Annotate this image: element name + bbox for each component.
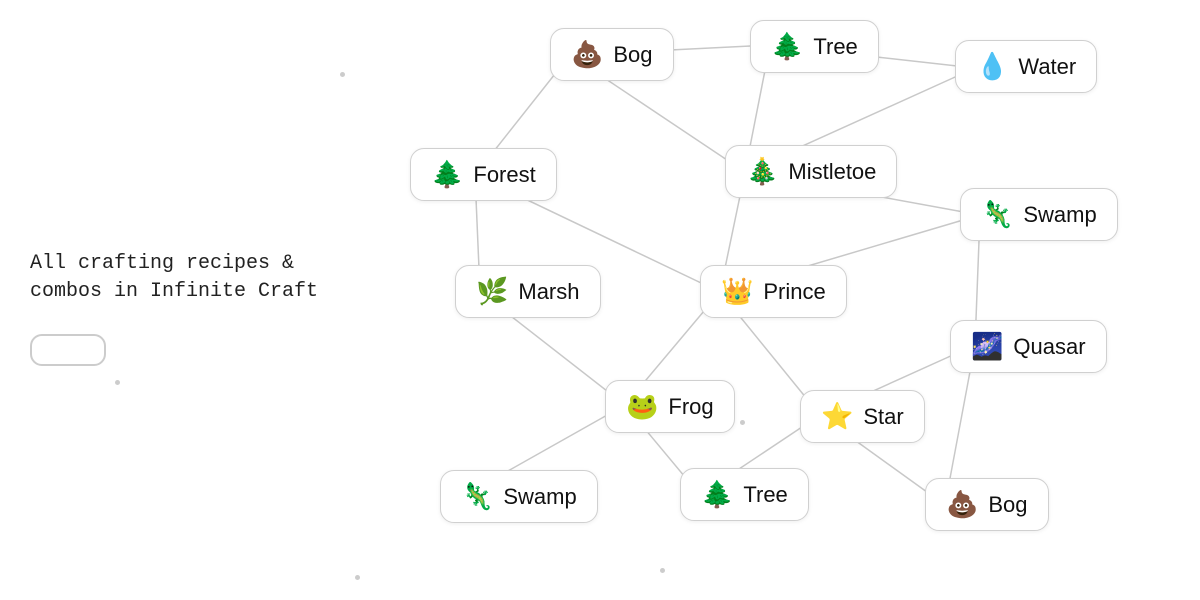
node-label: Swamp (1023, 202, 1096, 228)
graph-area: 💩 Bog 🌲 Tree 💧 Water 🌲 Forest 🎄 Mistletoe 🦎 Swamp 🌿 M… (380, 0, 1200, 600)
node-emoji: 🌲 (701, 479, 733, 510)
node-label: Tree (813, 34, 857, 60)
node-emoji: 👑 (721, 276, 753, 307)
node-label: Bog (613, 42, 652, 68)
left-panel: All crafting recipes &combos in Infinite… (30, 234, 350, 366)
node-emoji: 🦎 (461, 481, 493, 512)
node-label: Swamp (503, 484, 576, 510)
node-label: Tree (743, 482, 787, 508)
node-emoji: 🦎 (981, 199, 1013, 230)
node-quasar[interactable]: 🌌 Quasar (950, 320, 1107, 373)
node-emoji: 💩 (571, 39, 603, 70)
node-label: Frog (668, 394, 713, 420)
node-prince[interactable]: 👑 Prince (700, 265, 847, 318)
node-emoji: 💧 (976, 51, 1008, 82)
node-bog-bot[interactable]: 💩 Bog (925, 478, 1049, 531)
node-emoji: 🌿 (476, 276, 508, 307)
play-online-button[interactable] (30, 334, 106, 366)
node-forest[interactable]: 🌲 Forest (410, 148, 557, 201)
node-label: Marsh (518, 279, 579, 305)
decorative-dot (355, 575, 360, 580)
node-emoji: 🐸 (626, 391, 658, 422)
subtitle: All crafting recipes &combos in Infinite… (30, 250, 350, 306)
node-swamp-bot[interactable]: 🦎 Swamp (440, 470, 598, 523)
node-label: Star (863, 404, 903, 430)
node-star[interactable]: ⭐ Star (800, 390, 925, 443)
node-emoji: 🌲 (431, 159, 463, 190)
node-emoji: 🌌 (971, 331, 1003, 362)
node-label: Water (1018, 54, 1076, 80)
node-water[interactable]: 💧 Water (955, 40, 1097, 93)
node-emoji: ⭐ (821, 401, 853, 432)
decorative-dot (660, 568, 665, 573)
node-emoji: 💩 (946, 489, 978, 520)
node-marsh[interactable]: 🌿 Marsh (455, 265, 601, 318)
node-emoji: 🎄 (746, 156, 778, 187)
node-tree-bot[interactable]: 🌲 Tree (680, 468, 809, 521)
node-frog[interactable]: 🐸 Frog (605, 380, 735, 433)
node-bog-top[interactable]: 💩 Bog (550, 28, 674, 81)
node-swamp-right[interactable]: 🦎 Swamp (960, 188, 1118, 241)
node-label: Prince (763, 279, 825, 305)
decorative-dot (340, 72, 345, 77)
decorative-dot (740, 420, 745, 425)
node-label: Quasar (1013, 334, 1085, 360)
node-emoji: 🌲 (771, 31, 803, 62)
decorative-dot (115, 380, 120, 385)
node-tree-top[interactable]: 🌲 Tree (750, 20, 879, 73)
node-label: Mistletoe (788, 159, 876, 185)
node-mistletoe[interactable]: 🎄 Mistletoe (725, 145, 897, 198)
node-label: Forest (473, 162, 535, 188)
node-label: Bog (988, 492, 1027, 518)
